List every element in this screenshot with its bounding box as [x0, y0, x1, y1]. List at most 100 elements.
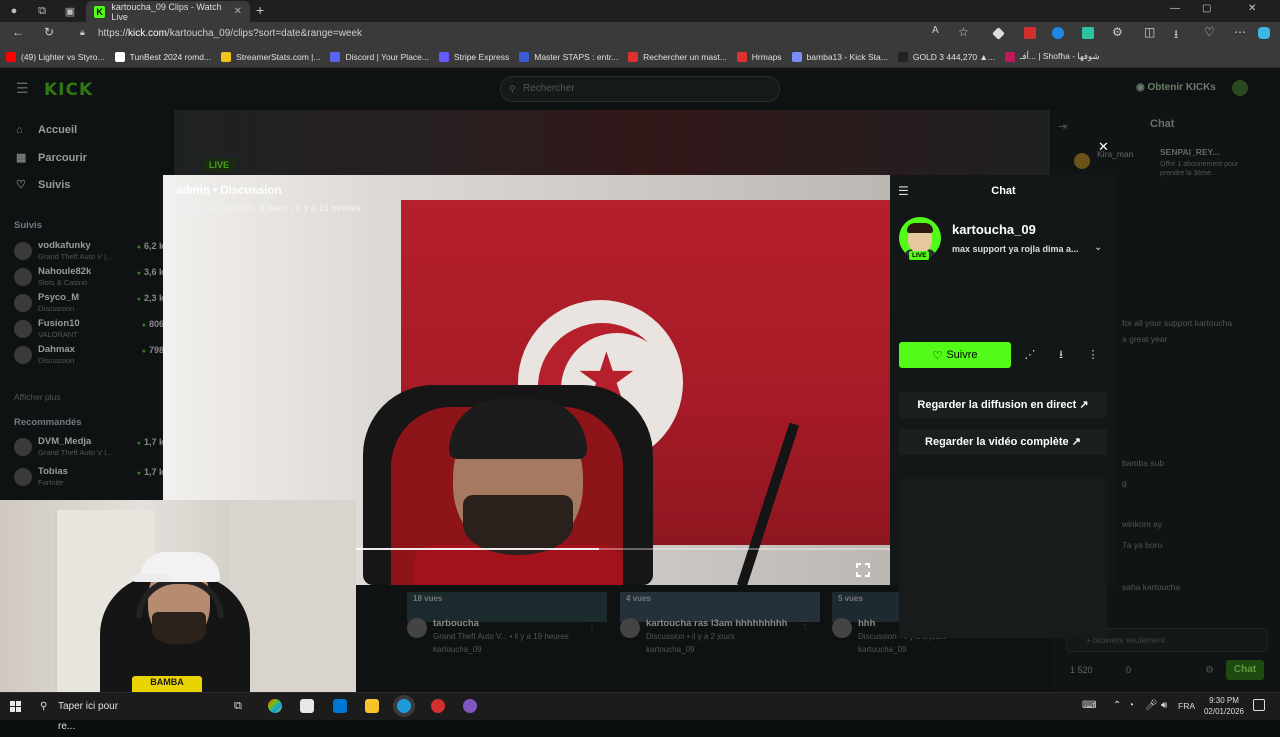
tab-title: kartoucha_09 Clips - Watch Live [111, 1, 222, 22]
sidebar-channel-item[interactable]: Fusion10VALORANT 806 [14, 318, 164, 342]
language-indicator[interactable]: FRA [1178, 701, 1195, 711]
more-vertical-icon[interactable]: ⋮ [1080, 342, 1106, 368]
watch-full-video-button[interactable]: Regarder la vidéo complète ↗ [899, 429, 1107, 455]
sidebar-channel-item[interactable]: Psyco_MDiscussion 2,3 k [14, 292, 164, 316]
bookmark-favicon-icon [736, 51, 747, 62]
sidebar-channel-item[interactable]: DVM_MedjaGrand Theft Auto V (... 1,7 k [14, 436, 164, 460]
sidebar-nav-item[interactable]: ▦ Parcourir [16, 151, 87, 165]
fullscreen-icon[interactable] [856, 563, 870, 577]
more-options-icon[interactable]: ⋯ [1234, 25, 1246, 39]
background-gift-count: 0 [1126, 665, 1132, 675]
bookmark-item[interactable]: Stripe Express [438, 51, 509, 62]
back-icon[interactable]: ← [12, 25, 24, 39]
obs-icon[interactable] [431, 699, 445, 713]
url-domain: kick.com [128, 28, 167, 39]
edge-icon[interactable] [397, 699, 411, 713]
extension-blue-icon[interactable] [1052, 27, 1064, 39]
close-window-button[interactable]: ✕ [1248, 3, 1256, 14]
task-view-icon[interactable]: ⧉ [234, 699, 248, 713]
taskbar-search-input[interactable]: ⚲ Taper ici pour re... [36, 697, 136, 732]
clock-time[interactable]: 9:30 PM [1204, 696, 1244, 705]
bookmark-item[interactable]: أفـ... | Shofha - شوفها [1004, 51, 1099, 62]
channel-name[interactable]: kartoucha_09 [952, 222, 1036, 237]
close-tab-icon[interactable]: ✕ [234, 6, 242, 17]
user-avatar[interactable] [1232, 80, 1248, 96]
new-tab-button[interactable]: + [256, 2, 264, 18]
bookmark-label: Discord | Your Place... [345, 51, 429, 62]
bookmark-item[interactable]: (49) Lighter vs Styro... [6, 51, 105, 62]
volume-icon[interactable]: 🔊︎ [1161, 700, 1167, 711]
notifications-icon[interactable] [1253, 699, 1265, 711]
channel-category: Slots & Casino [38, 278, 88, 287]
keyboard-icon[interactable]: ⌨ [1082, 700, 1096, 711]
kick-logo[interactable]: KICK [44, 80, 93, 100]
background-chat-title: Chat [1150, 118, 1175, 130]
downloads-icon[interactable]: ⭳ [1174, 25, 1178, 46]
tab-kick-clips[interactable]: K kartoucha_09 Clips - Watch Live ✕ [86, 1, 250, 22]
watch-live-button[interactable]: Regarder la diffusion en direct ↗ [899, 392, 1107, 418]
bookmark-item[interactable]: Discord | Your Place... [330, 51, 429, 62]
sidebar-channel-item[interactable]: DahmaxDiscussion 798 [14, 344, 164, 368]
split-screen-icon[interactable]: ◫ [1144, 25, 1155, 39]
background-chat-send-button[interactable]: Chat [1226, 660, 1264, 680]
extension-teal-icon[interactable] [1082, 27, 1094, 39]
bookmark-item[interactable]: Hrmaps [736, 51, 782, 62]
sidebar-channel-item[interactable]: vodkafunkyGrand Theft Auto V (... 6,2 k [14, 240, 164, 264]
follow-button[interactable]: ♡ Suivre [899, 342, 1011, 368]
url-field[interactable]: https://kick.com/kartoucha_09/clips?sort… [72, 25, 972, 43]
favorite-star-icon[interactable]: ☆ [958, 25, 969, 39]
get-kicks-button[interactable]: ◉ Obtenir KICKs [1136, 82, 1216, 93]
microphone-icon[interactable]: 🎤︎ [1145, 700, 1158, 711]
bookmark-item[interactable]: bamba13 - Kick Sta... [791, 51, 888, 62]
bookmark-favicon-icon [897, 51, 908, 62]
menu-icon[interactable]: ☰ [16, 80, 29, 97]
tab-actions-icon[interactable]: ▣ [56, 0, 84, 22]
file-explorer-icon[interactable] [365, 699, 379, 713]
download-icon[interactable]: ⭳ [1048, 342, 1074, 368]
browser-essentials-icon[interactable]: ♡ [1204, 25, 1215, 39]
copilot-icon[interactable] [1258, 27, 1270, 39]
close-modal-icon[interactable]: ✕ [1098, 139, 1109, 155]
chat-settings-icon[interactable]: ⚙ [1205, 665, 1214, 676]
show-more-link[interactable]: Afficher plus [14, 392, 61, 402]
sidebar-channel-item[interactable]: TobiasFortnite 1,7 k [14, 466, 164, 490]
clip-subtitle: Clippé par Echriff • 9 Vues • il y a 19 … [176, 203, 361, 213]
search-icon: ⚲ [509, 84, 516, 94]
clock-date[interactable]: 02/01/2026 [1200, 707, 1248, 716]
refresh-icon[interactable]: ↻ [44, 25, 54, 39]
extension-red-icon[interactable] [1024, 27, 1036, 39]
windows-start-icon[interactable] [10, 701, 22, 713]
profile-icon[interactable]: ● [0, 0, 28, 22]
sidebar-nav-item[interactable]: ⌂ Accueil [16, 124, 77, 136]
bookmark-item[interactable]: GOLD 3 444,270 ▲... [897, 51, 995, 62]
chevron-up-icon[interactable]: ⌃ [1113, 700, 1121, 711]
collapse-chat-icon[interactable]: ⇥ [1058, 120, 1067, 133]
bookmark-item[interactable]: StreamerStats.com |... [221, 51, 320, 62]
sidebar-channel-item[interactable]: Nahoule82kSlots & Casino 3,6 k [14, 266, 164, 290]
more-vertical-icon[interactable]: ⋮ [587, 620, 597, 631]
external-link-icon: ↗ [1071, 436, 1081, 448]
more-vertical-icon[interactable]: ⋮ [800, 620, 810, 631]
extensions-icon[interactable]: ⚙ [1112, 25, 1123, 39]
search-input[interactable]: ⚲ Rechercher [500, 76, 780, 102]
read-aloud-icon[interactable]: A [932, 25, 939, 36]
app-icon[interactable] [463, 699, 477, 713]
minimize-button[interactable]: — [1170, 3, 1180, 14]
background-viewers-count: 1 520 [1070, 665, 1093, 675]
avatar [14, 320, 32, 338]
viewer-count: 1,7 k [137, 437, 164, 447]
maximize-button[interactable]: ▢ [1202, 3, 1211, 14]
store-icon[interactable] [300, 699, 314, 713]
network-icon[interactable]: ◔ [1128, 700, 1134, 711]
mail-icon[interactable] [333, 699, 347, 713]
chevron-down-icon[interactable]: ⌄ [1094, 242, 1102, 253]
workspaces-icon[interactable]: ⧉ [28, 0, 56, 22]
clip-info-panel: ☰ Chat LIVE kartoucha_09 max support ya … [890, 175, 1117, 638]
bookmark-item[interactable]: Master STAPS : entr... [519, 51, 618, 62]
sidebar-nav-item[interactable]: ♡ Suivis [16, 178, 70, 192]
bookmark-item[interactable]: TunBest 2024 romd... [114, 51, 211, 62]
bookmark-item[interactable]: Rechercher un mast... [628, 51, 727, 62]
copilot-app-icon[interactable] [268, 699, 282, 713]
share-icon[interactable]: ⋰ [1017, 342, 1043, 368]
taskbar-search-placeholder: Taper ici pour re... [58, 701, 119, 732]
